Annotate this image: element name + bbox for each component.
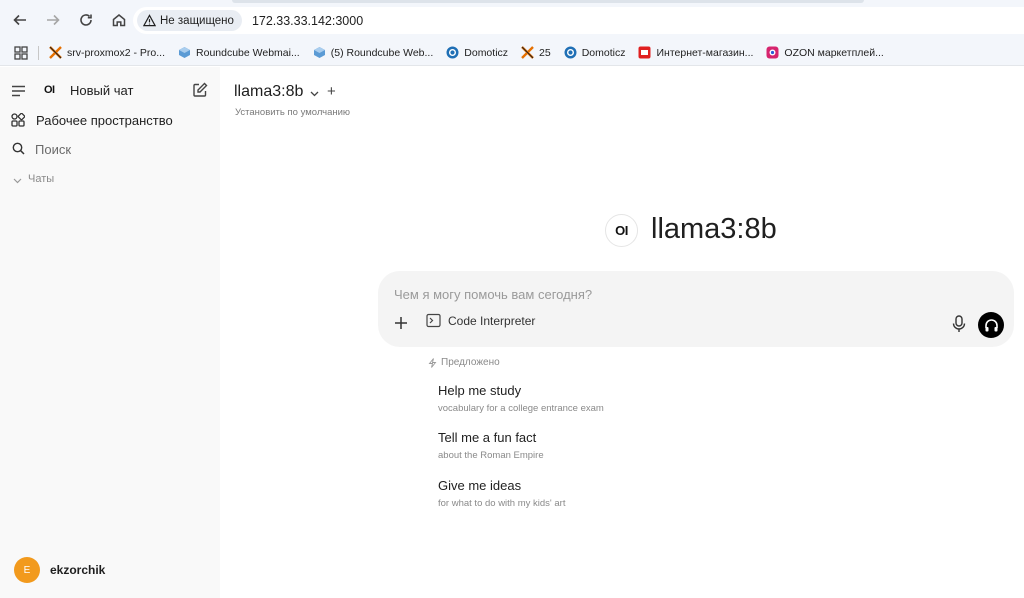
bookmark-domoticz-2[interactable]: Domoticz [564,46,625,59]
forward-icon[interactable] [38,5,68,35]
chats-section-toggle[interactable]: Чаты [28,173,54,185]
suggestion-item[interactable]: Give me ideas for what to do with my kid… [438,478,565,509]
workspace-link[interactable]: Рабочее пространство [36,113,173,128]
back-icon[interactable] [5,5,35,35]
model-title: llama3:8b [651,213,777,245]
sidebar: OI Новый чат Рабочее пространство Поиск … [0,67,220,598]
ozon-icon [766,46,779,59]
suggestion-title: Give me ideas [438,478,522,493]
warning-icon [143,14,156,27]
security-label: Не защищено [160,14,234,27]
headphones-icon [984,318,998,331]
domoticz-icon [446,46,459,59]
add-model-button[interactable]: + [327,83,336,100]
suggested-label: Предложено [441,357,500,368]
proxmox-icon [49,46,62,59]
suggestion-item[interactable]: Help me study vocabulary for a college e… [438,383,604,414]
suggested-header: Предложено [428,357,500,368]
bookmark-roundcube-1[interactable]: Roundcube Webmai... [178,46,300,59]
apps-grid-icon[interactable] [14,45,28,60]
domoticz-icon [564,46,577,59]
security-indicator[interactable]: Не защищено [137,10,242,31]
new-chat-edit-icon[interactable] [192,82,208,98]
tab-strip-edge [232,0,864,3]
code-interpreter-button[interactable]: Code Interpreter [426,313,535,328]
bookmark-domoticz-1[interactable]: Domoticz [446,46,508,59]
suggestion-title: Help me study [438,383,522,398]
suggestion-title: Tell me a fun fact [438,430,537,445]
proxmox-icon [521,46,534,59]
lightning-icon [428,357,437,368]
home-icon[interactable] [104,5,134,35]
chat-input-box: Чем я могу помочь вам сегодня? Code Inte… [378,271,1014,347]
bookmark-srv-proxmox2[interactable]: srv-proxmox2 - Pro... [49,46,165,59]
reload-icon[interactable] [71,5,101,35]
search-link[interactable]: Поиск [35,142,71,157]
search-icon[interactable] [12,142,25,155]
chevron-down-icon[interactable] [310,89,319,98]
chat-input[interactable]: Чем я могу помочь вам сегодня? [394,287,592,302]
main-area: llama3:8b + Установить по умолчанию OI l… [220,67,1024,598]
suggestion-subtitle: about the Roman Empire [438,450,544,461]
menu-toggle-icon[interactable] [11,85,26,97]
chevron-down-icon[interactable] [13,176,22,185]
url-text[interactable]: 172.33.33.142:3000 [252,14,363,28]
suggestion-subtitle: for what to do with my kids' art [438,498,566,509]
openwebui-logo: OI [44,84,55,96]
terminal-icon [426,313,441,328]
workspace-icon[interactable] [11,113,25,127]
roundcube-icon [313,46,326,59]
address-bar[interactable]: Не защищено 172.33.33.142:3000 [133,7,1024,34]
bookmarks-separator [38,45,39,60]
model-avatar-logo: OI [605,214,638,247]
suggestion-item[interactable]: Tell me a fun fact about the Roman Empir… [438,430,544,461]
bookmarks-bar: srv-proxmox2 - Pro... Roundcube Webmai..… [0,40,1024,66]
roundcube-icon [178,46,191,59]
new-chat-button[interactable]: Новый чат [70,83,133,98]
microphone-icon[interactable] [952,315,966,333]
suggestion-subtitle: vocabulary for a college entrance exam [438,403,604,414]
bookmark-roundcube-2[interactable]: (5) Roundcube Web... [313,46,433,59]
bookmark-internet-shop[interactable]: Интернет-магазин... [638,46,753,59]
user-name[interactable]: ekzorchik [50,563,105,577]
code-interpreter-label: Code Interpreter [448,313,536,328]
bookmark-ozon[interactable]: OZON маркетплей... [766,46,884,59]
attach-plus-icon[interactable] [394,316,408,330]
voice-mode-button[interactable] [978,312,1004,338]
shop-icon [638,46,651,59]
bookmark-25[interactable]: 25 [521,46,551,59]
browser-toolbar: Не защищено 172.33.33.142:3000 [0,0,1024,40]
model-selector[interactable]: llama3:8b [234,83,303,101]
avatar[interactable]: E [14,557,40,583]
set-default-link[interactable]: Установить по умолчанию [235,107,350,118]
